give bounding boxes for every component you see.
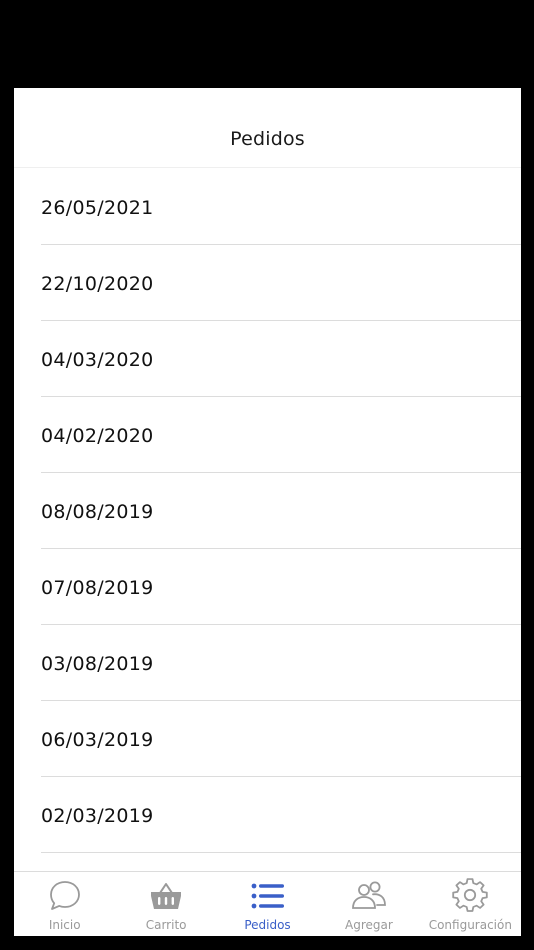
tab-bar: Inicio Carrito Pedidos Agregar Configura…	[14, 871, 521, 936]
order-row[interactable]: 04/02/2020	[41, 397, 521, 473]
app-screen: Pedidos 26/05/2021 22/10/2020 04/03/2020…	[14, 88, 521, 936]
list-icon	[250, 878, 286, 914]
order-list: 26/05/2021 22/10/2020 04/03/2020 04/02/2…	[14, 169, 521, 853]
order-row[interactable]: 02/03/2019	[41, 777, 521, 853]
order-row[interactable]: 04/03/2020	[41, 321, 521, 397]
basket-icon	[148, 878, 184, 914]
tab-label: Configuración	[428, 918, 512, 932]
tab-configuracion[interactable]: Configuración	[420, 872, 521, 936]
chat-bubble-icon	[47, 878, 83, 914]
tab-inicio[interactable]: Inicio	[14, 872, 115, 936]
people-icon	[351, 878, 387, 914]
tab-label: Agregar	[345, 918, 393, 932]
nav-header: Pedidos	[14, 88, 521, 168]
order-date: 22/10/2020	[41, 273, 154, 295]
order-row[interactable]: 06/03/2019	[41, 701, 521, 777]
tab-label: Pedidos	[244, 918, 291, 932]
order-date: 04/02/2020	[41, 425, 154, 447]
order-row[interactable]: 08/08/2019	[41, 473, 521, 549]
order-date: 07/08/2019	[41, 577, 154, 599]
order-date: 06/03/2019	[41, 729, 154, 751]
tab-pedidos[interactable]: Pedidos	[217, 872, 318, 936]
order-row[interactable]: 22/10/2020	[41, 245, 521, 321]
order-date: 04/03/2020	[41, 349, 154, 371]
order-date: 08/08/2019	[41, 501, 154, 523]
order-row[interactable]: 03/08/2019	[41, 625, 521, 701]
tab-label: Carrito	[145, 918, 187, 932]
order-date: 26/05/2021	[41, 197, 154, 219]
page-title: Pedidos	[230, 128, 305, 150]
gear-icon	[452, 878, 489, 914]
order-date: 03/08/2019	[41, 653, 154, 675]
tab-agregar[interactable]: Agregar	[318, 872, 419, 936]
order-row[interactable]: 07/08/2019	[41, 549, 521, 625]
tab-label: Inicio	[48, 918, 81, 932]
order-date: 02/03/2019	[41, 805, 154, 827]
order-row[interactable]: 26/05/2021	[41, 169, 521, 245]
tab-carrito[interactable]: Carrito	[115, 872, 216, 936]
